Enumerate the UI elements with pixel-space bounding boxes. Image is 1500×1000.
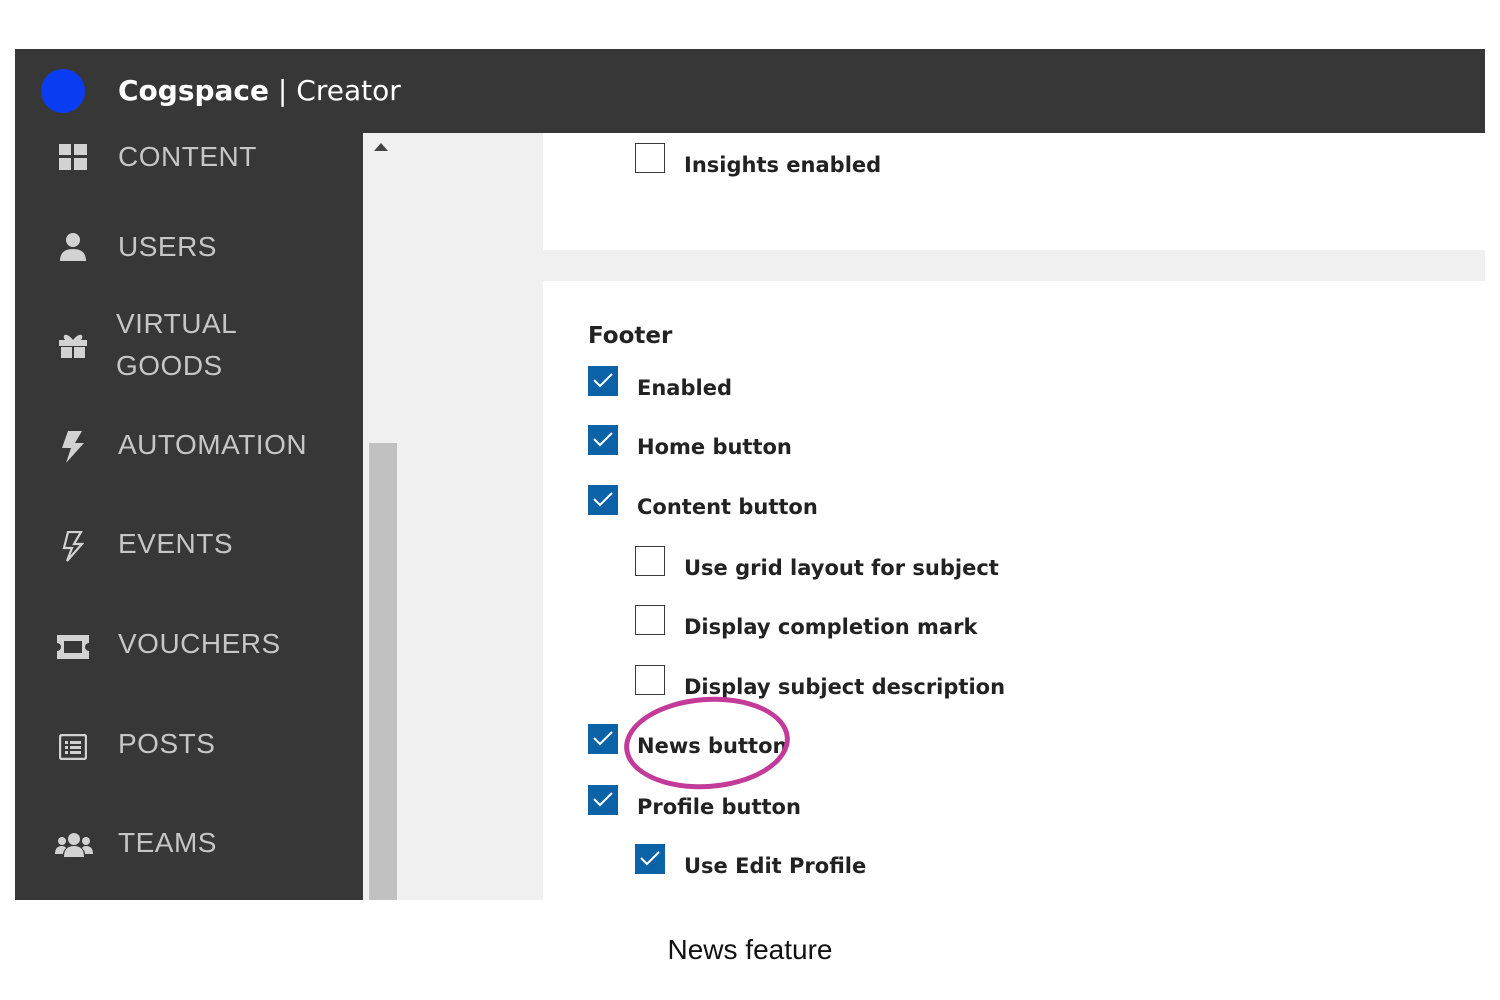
checkbox-unchecked[interactable]	[635, 546, 665, 576]
footer-enabled-checkbox[interactable]: Enabled	[588, 366, 788, 406]
sidebar-item-label: CONTENT	[118, 141, 257, 172]
news-button-checkbox[interactable]: News button	[588, 724, 838, 764]
sidebar-item-label: VOUCHERS	[118, 628, 281, 659]
gift-icon	[57, 329, 89, 361]
option-label: Content button	[637, 495, 818, 519]
option-label: Enabled	[637, 376, 732, 400]
sidebar-item-vouchers[interactable]: VOUCHERS	[15, 623, 363, 673]
scrollbar[interactable]	[366, 133, 397, 900]
users-icon	[55, 829, 93, 861]
use-edit-profile-checkbox[interactable]: Use Edit Profile	[635, 844, 915, 884]
option-label: Home button	[637, 435, 792, 459]
sidebar-item-posts[interactable]: POSTS	[15, 723, 363, 773]
option-label: Display subject description	[684, 675, 1006, 699]
option-label: News button	[637, 734, 788, 758]
sidebar-item-automation[interactable]: AUTOMATION	[15, 423, 363, 473]
user-icon	[57, 231, 89, 263]
content-button-checkbox[interactable]: Content button	[588, 485, 868, 525]
option-label: Display completion mark	[684, 615, 978, 639]
bolt-icon	[57, 431, 89, 463]
scroll-area	[363, 133, 543, 900]
checkbox-checked[interactable]	[588, 724, 618, 754]
sidebar-item-label: EVENTS	[118, 528, 234, 559]
grid-icon	[57, 141, 89, 173]
sidebar-item-label: USERS	[118, 231, 217, 262]
checkbox-unchecked[interactable]	[635, 605, 665, 635]
list-icon	[57, 731, 89, 763]
brand-subtitle: | Creator	[269, 74, 401, 107]
home-button-checkbox[interactable]: Home button	[588, 425, 848, 465]
checkbox-checked[interactable]	[635, 844, 665, 874]
checkbox-unchecked[interactable]	[635, 665, 665, 695]
profile-button-checkbox[interactable]: Profile button	[588, 785, 848, 825]
checkbox-checked[interactable]	[588, 785, 618, 815]
sidebar-item-label: POSTS	[118, 728, 216, 759]
footer-section-title: Footer	[588, 323, 673, 349]
panel-divider	[543, 250, 1485, 281]
checkbox-checked[interactable]	[588, 425, 618, 455]
use-grid-layout-checkbox[interactable]: Use grid layout for subject	[635, 546, 1035, 586]
display-subject-description-checkbox[interactable]: Display subject description	[635, 665, 1055, 705]
sidebar-item-teams[interactable]: TEAMS	[15, 821, 363, 871]
sidebar: CONTENT USERS VIRTUAL GOODS AUTOMATION E	[15, 133, 363, 900]
scroll-up-arrow-icon[interactable]	[374, 143, 388, 151]
sidebar-item-label: AUTOMATION	[118, 429, 308, 460]
top-bar: Cogspace | Creator	[15, 49, 1485, 133]
sidebar-item-label: TEAMS	[118, 827, 217, 858]
image-caption: News feature	[667, 934, 833, 965]
sidebar-item-virtual-goods[interactable]: VIRTUAL GOODS	[15, 303, 363, 393]
checkbox-checked[interactable]	[588, 366, 618, 396]
brand-name: Cogspace	[118, 74, 270, 107]
option-label: Insights enabled	[684, 153, 882, 177]
scrollbar-thumb[interactable]	[369, 443, 397, 900]
logo-icon[interactable]	[41, 69, 85, 113]
sidebar-item-users[interactable]: USERS	[15, 221, 363, 271]
option-label: Profile button	[637, 795, 801, 819]
sidebar-item-content[interactable]: CONTENT	[15, 127, 363, 187]
insights-enabled-checkbox[interactable]: Insights enabled	[635, 143, 935, 183]
sidebar-item-events[interactable]: EVENTS	[15, 523, 363, 573]
display-completion-mark-checkbox[interactable]: Display completion mark	[635, 605, 1035, 645]
ticket-icon	[57, 631, 89, 663]
option-label: Use grid layout for subject	[684, 556, 999, 580]
sidebar-item-label: VIRTUAL GOODS	[116, 308, 238, 381]
checkbox-checked[interactable]	[588, 485, 618, 515]
app-title: Cogspace | Creator	[118, 71, 401, 111]
option-label: Use Edit Profile	[684, 854, 867, 878]
bolt-outline-icon	[57, 531, 89, 563]
checkbox-unchecked[interactable]	[635, 143, 665, 173]
